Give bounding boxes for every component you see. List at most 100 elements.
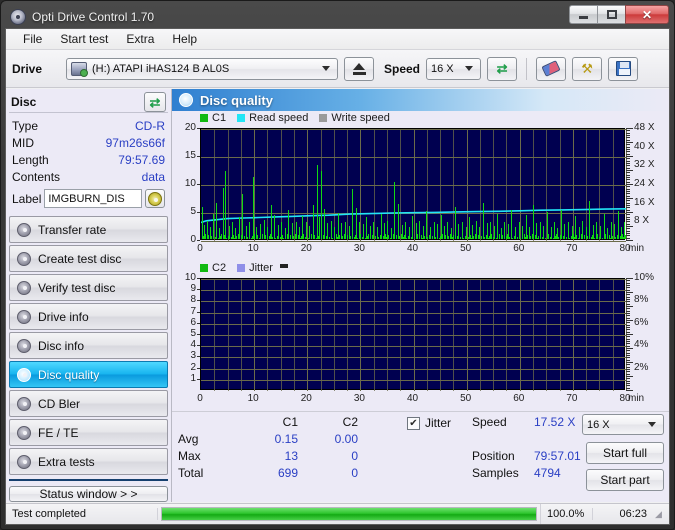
speed-select[interactable]: 16 X: [426, 57, 482, 80]
data-spike-noise: [566, 237, 567, 239]
data-spike-noise: [303, 234, 304, 239]
drive-select[interactable]: (H:) ATAPI iHAS124 B AL0S: [66, 57, 338, 80]
data-spike-noise: [270, 234, 271, 239]
data-spike-noise: [525, 237, 526, 239]
sidebar-item-disc-info[interactable]: Disc info: [9, 332, 168, 359]
maximize-button[interactable]: [597, 5, 625, 24]
x-axis-tick-label: 50: [460, 243, 472, 254]
data-spike: [487, 223, 488, 239]
drive-select-value: (H:) ATAPI iHAS124 B AL0S: [92, 62, 230, 75]
close-button[interactable]: ✕: [625, 5, 669, 24]
disc-info-key: Length: [12, 153, 49, 167]
sidebar-nav: Transfer rate Create test disc Verify te…: [9, 216, 168, 475]
sidebar-item-extra-tests[interactable]: Extra tests: [9, 448, 168, 475]
refresh-button[interactable]: ⇄: [487, 56, 518, 81]
data-spike-noise: [466, 234, 467, 239]
body: Disc ⇄ Type CD-R MID 97m26s66f Length 79…: [6, 89, 669, 502]
toolbar-separator: [526, 57, 528, 80]
sidebar-item-label: Drive info: [38, 309, 89, 324]
data-spike-noise: [499, 234, 500, 239]
data-spike: [288, 210, 289, 239]
y-axis-tick: [197, 212, 200, 213]
x-axis-tick-label: 30: [353, 243, 365, 254]
save-icon: [615, 61, 631, 76]
data-spike: [321, 171, 322, 239]
data-spike-noise: [471, 238, 472, 239]
menu-item-start-test[interactable]: Start test: [51, 30, 117, 48]
data-spike-noise: [497, 236, 498, 239]
disc-icon: [17, 280, 31, 295]
data-spike-noise: [280, 237, 281, 239]
test-speed-select[interactable]: 16 X: [582, 414, 664, 435]
sidebar-item-verify-test-disc[interactable]: Verify test disc: [9, 274, 168, 301]
y2-axis-tick-label: 32 X: [634, 159, 655, 171]
data-spike: [455, 207, 456, 239]
speed-label: Speed: [384, 61, 421, 76]
data-spike: [373, 222, 374, 239]
data-spike-noise: [561, 238, 562, 239]
data-spike-noise: [229, 234, 230, 239]
stats-header-c2: C2: [342, 415, 358, 429]
stats-position-value: 79:57.01: [534, 449, 581, 463]
eject-icon: [352, 62, 366, 75]
minimize-button[interactable]: [569, 5, 597, 24]
y-axis-tick: [197, 184, 200, 185]
data-spike-noise: [203, 236, 204, 239]
cd-icon-button[interactable]: [145, 189, 165, 208]
cd-icon: [148, 191, 162, 206]
settings-button[interactable]: ⚒: [572, 56, 603, 81]
jitter-checkbox-row[interactable]: ✔ Jitter: [407, 416, 451, 430]
x-axis-tick-label: 10: [247, 393, 259, 404]
sidebar-item-create-test-disc[interactable]: Create test disc: [9, 245, 168, 272]
y-axis-tick-label: 10: [184, 272, 196, 283]
data-spike: [533, 205, 534, 239]
disc-icon: [10, 9, 26, 25]
sidebar-item-transfer-rate[interactable]: Transfer rate: [9, 216, 168, 243]
data-spike-noise: [221, 234, 222, 239]
sidebar-item-fe-te[interactable]: FE / TE: [9, 419, 168, 446]
gridline-horizontal: [201, 335, 626, 336]
status-window-button[interactable]: Status window > >: [9, 486, 168, 502]
start-part-button[interactable]: Start part: [586, 469, 664, 491]
disc-icon: [17, 367, 31, 382]
data-spike-noise: [242, 238, 243, 239]
disc-info-value: 79:57.69: [118, 153, 165, 167]
data-spike-noise: [373, 238, 374, 239]
eject-button[interactable]: [344, 56, 374, 81]
data-spike-noise: [502, 235, 503, 239]
data-spike-noise: [522, 236, 523, 239]
sidebar-item-disc-quality[interactable]: Disc quality: [9, 361, 168, 388]
menu-item-extra[interactable]: Extra: [117, 30, 163, 48]
data-spike-noise: [427, 237, 428, 239]
data-spike-noise: [360, 234, 361, 239]
disc-icon: [17, 251, 31, 266]
jitter-checkbox[interactable]: ✔: [407, 416, 420, 430]
gridline-horizontal: [201, 357, 626, 358]
sidebar-item-label: Disc info: [38, 338, 85, 353]
start-full-button[interactable]: Start full: [586, 442, 664, 464]
minimize-icon: [579, 16, 588, 19]
data-spike-noise: [533, 237, 534, 239]
data-spike-noise: [298, 235, 299, 239]
stats-samples-label: Samples: [472, 466, 519, 480]
disc-info-row-type: Type CD-R: [12, 118, 165, 135]
plot-area-bottom: [200, 278, 627, 391]
sidebar-item-cd-bler[interactable]: CD Bler: [9, 390, 168, 417]
resize-grip-icon[interactable]: ◢: [655, 509, 669, 520]
sidebar-item-drive-info[interactable]: Drive info: [9, 303, 168, 330]
disc-label-input[interactable]: IMGBURN_DIS: [44, 189, 142, 208]
save-button[interactable]: [608, 56, 639, 81]
legend-swatch-write-speed: [319, 114, 328, 122]
menu-item-help[interactable]: Help: [163, 30, 206, 48]
data-spike-noise: [324, 238, 325, 239]
menu-item-file[interactable]: File: [14, 30, 51, 48]
data-spike-noise: [463, 238, 464, 239]
erase-button[interactable]: [536, 56, 567, 81]
data-spike-noise: [527, 235, 528, 239]
data-spike-noise: [520, 238, 521, 239]
data-spike-noise: [594, 238, 595, 239]
disc-info-key: Contents: [12, 170, 61, 184]
disc-refresh-button[interactable]: ⇄: [144, 92, 166, 112]
data-spike-noise: [224, 235, 225, 239]
data-spike-noise: [386, 237, 387, 239]
